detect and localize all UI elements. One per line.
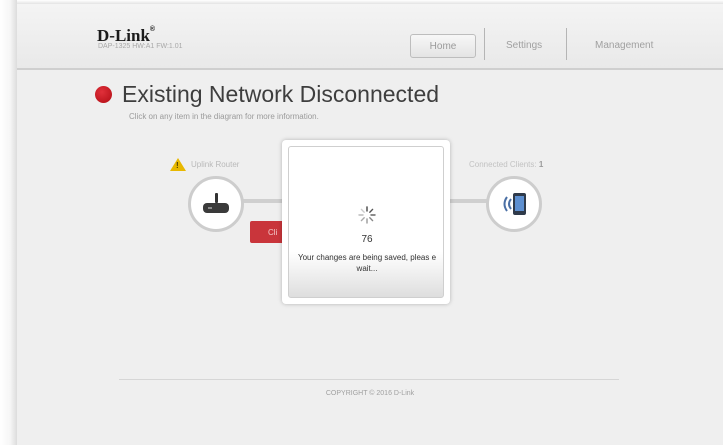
- connected-clients-label[interactable]: Connected Clients: 1: [469, 160, 543, 169]
- saving-message: Your changes are being saved, pleas e wa…: [297, 253, 437, 273]
- window-shadow-left: [0, 0, 17, 445]
- page-title-row: Existing Network Disconnected: [95, 81, 439, 108]
- router-icon: [203, 193, 229, 213]
- footer-divider: [119, 379, 619, 380]
- status-indicator: [95, 86, 112, 103]
- model-info: DAP-1325 HW:A1 FW:1.01: [98, 43, 183, 50]
- copyright: COPYRIGHT © 2016 D-Link: [325, 390, 415, 397]
- warning-icon-mark: !: [176, 161, 179, 170]
- countdown-number: 76: [361, 234, 373, 245]
- tab-home[interactable]: Home: [410, 34, 476, 58]
- page-title: Existing Network Disconnected: [122, 81, 440, 107]
- header: D-Link® DAP-1325 HW:A1 FW:1.01 Home Sett…: [17, 4, 723, 70]
- wireless-device-icon: [503, 193, 526, 215]
- tab-settings[interactable]: Settings: [506, 34, 542, 56]
- page: D-Link® DAP-1325 HW:A1 FW:1.01 Home Sett…: [17, 4, 723, 445]
- connected-clients-node[interactable]: [486, 176, 542, 232]
- connected-clients-count: 1: [538, 160, 544, 169]
- page-subtitle: Click on any item in the diagram for mor…: [129, 112, 319, 121]
- nav-divider: [484, 28, 485, 60]
- link-line-right: [449, 199, 489, 203]
- loading-spinner-icon: [358, 206, 376, 224]
- nav-divider: [566, 28, 567, 60]
- saving-dialog-body: 76 Your changes are being saved, pleas e…: [288, 146, 444, 298]
- tab-management[interactable]: Management: [595, 34, 653, 56]
- uplink-router-label[interactable]: Uplink Router: [191, 160, 239, 169]
- uplink-router-node[interactable]: [188, 176, 244, 232]
- saving-dialog: 76 Your changes are being saved, pleas e…: [282, 140, 450, 304]
